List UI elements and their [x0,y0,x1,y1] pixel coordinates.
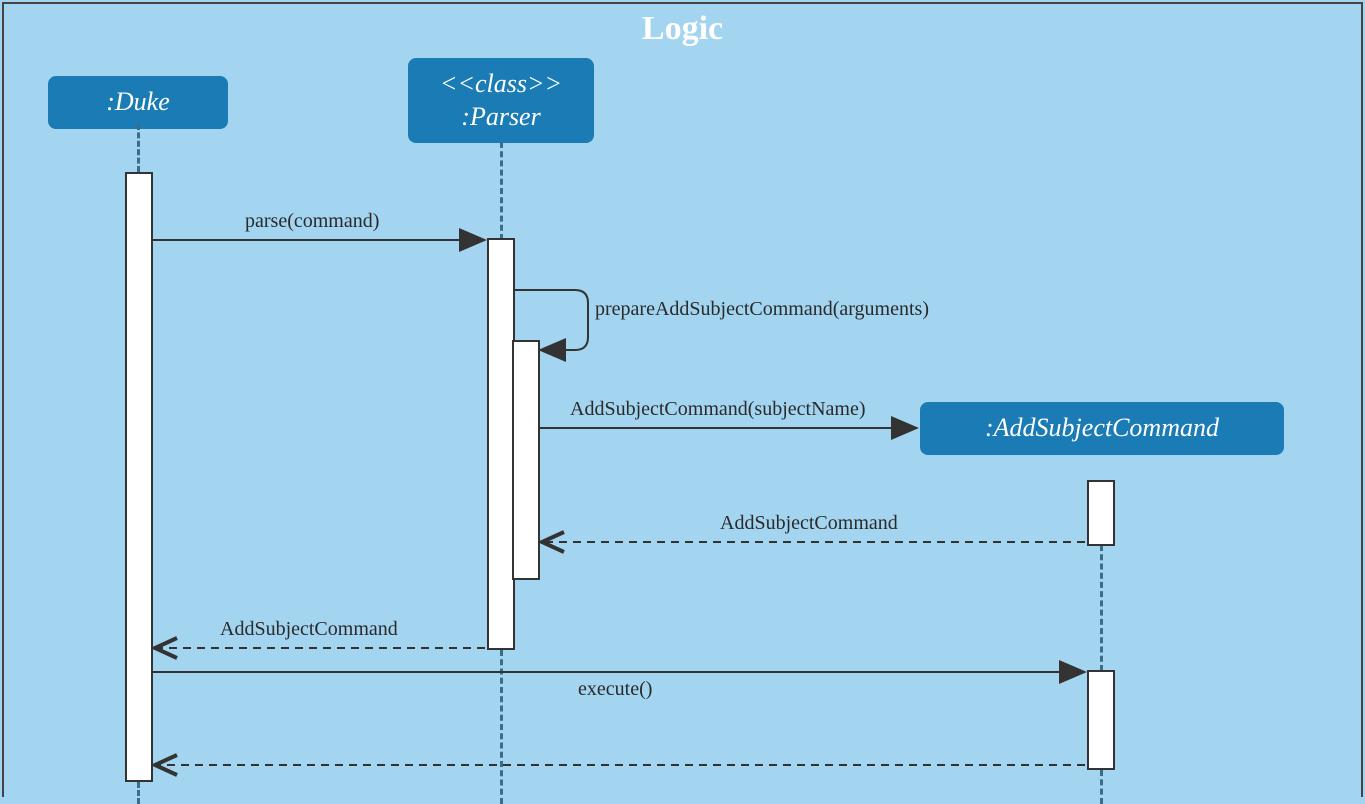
lifeline-duke [137,124,140,172]
lifeline-addsubject-top [1100,545,1103,671]
msg-parse: parse(command) [245,210,379,233]
lifeline-parser-bot [500,650,503,804]
participant-duke-label: :Duke [106,87,170,116]
lifeline-duke-bot [137,782,140,804]
activation-duke [125,172,153,782]
lifeline-addsubject-bot [1100,770,1103,804]
participant-duke: :Duke [48,76,228,129]
participant-addsubject-label: :AddSubjectCommand [985,413,1219,442]
msg-prepare: prepareAddSubjectCommand(arguments) [595,298,929,321]
msg-return2: AddSubjectCommand [220,618,398,641]
participant-parser-stereotype: <<class>> [440,69,562,98]
msg-construct: AddSubjectCommand(subjectName) [570,398,866,421]
participant-addsubject: :AddSubjectCommand [920,402,1284,455]
diagram-title: Logic [642,10,723,48]
activation-parser-1 [487,238,515,650]
msg-execute: execute() [578,678,652,701]
activation-parser-2 [512,340,540,580]
msg-return1: AddSubjectCommand [720,512,898,535]
participant-parser: <<class>> :Parser [408,58,594,143]
activation-addsubject-2 [1087,670,1115,770]
participant-parser-label: :Parser [461,102,540,131]
activation-addsubject-1 [1087,480,1115,546]
lifeline-parser-top [500,142,503,240]
